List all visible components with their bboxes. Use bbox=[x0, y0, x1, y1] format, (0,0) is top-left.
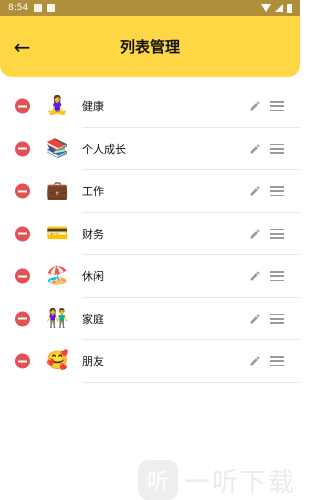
battery-icon bbox=[287, 3, 292, 13]
list-item-label: 朋友 bbox=[82, 355, 104, 369]
remove-icon[interactable] bbox=[15, 98, 30, 114]
list-item-label: 健康 bbox=[82, 100, 104, 114]
category-emoji-icon: 🏖️ bbox=[46, 265, 69, 287]
list-item: 🧘‍♀️ 健康 bbox=[0, 85, 300, 128]
edit-pencil-icon[interactable] bbox=[249, 355, 261, 367]
list-item: 👫 家庭 bbox=[0, 298, 300, 340]
category-emoji-icon: 🧘‍♀️ bbox=[46, 95, 69, 117]
edit-pencil-icon[interactable] bbox=[249, 313, 261, 325]
notification-icon bbox=[47, 4, 56, 12]
list-item: 📚 个人成长 bbox=[0, 128, 300, 170]
remove-icon[interactable] bbox=[15, 226, 30, 242]
divider bbox=[82, 381, 300, 383]
status-icons bbox=[261, 3, 292, 13]
app-bar: ← 列表管理 bbox=[0, 16, 300, 77]
category-emoji-icon: 🥰 bbox=[46, 350, 69, 372]
notification-icon bbox=[34, 4, 43, 12]
remove-icon[interactable] bbox=[15, 183, 30, 199]
list-item: 🥰 朋友 bbox=[0, 340, 300, 383]
page-title: 列表管理 bbox=[119, 38, 180, 56]
watermark-text: 一听下载 bbox=[183, 467, 296, 498]
category-list: 🧘‍♀️ 健康 📚 个人成长 💼 工作 💳 财务 🏖️ 休闲 bbox=[0, 85, 300, 383]
list-item-label: 财务 bbox=[82, 227, 104, 241]
remove-icon[interactable] bbox=[15, 141, 30, 157]
remove-icon[interactable] bbox=[15, 353, 30, 369]
category-emoji-icon: 👫 bbox=[46, 307, 69, 329]
list-item-label: 家庭 bbox=[82, 312, 104, 326]
list-item-label: 工作 bbox=[82, 185, 104, 199]
drag-handle-icon[interactable] bbox=[270, 356, 284, 367]
edit-pencil-icon[interactable] bbox=[249, 185, 261, 197]
list-item: 💼 工作 bbox=[0, 170, 300, 213]
remove-icon[interactable] bbox=[15, 268, 30, 284]
drag-handle-icon[interactable] bbox=[270, 143, 284, 154]
edit-pencil-icon[interactable] bbox=[249, 228, 261, 240]
drag-handle-icon[interactable] bbox=[270, 271, 284, 282]
back-arrow-icon[interactable]: ← bbox=[8, 33, 36, 61]
wifi-icon bbox=[261, 4, 271, 12]
list-item: 💳 财务 bbox=[0, 213, 300, 255]
list-item-label: 个人成长 bbox=[82, 142, 126, 156]
watermark-logo-icon: 听 bbox=[137, 460, 178, 500]
edit-pencil-icon[interactable] bbox=[249, 100, 261, 112]
drag-handle-icon[interactable] bbox=[270, 186, 284, 197]
status-bar: 8:54 bbox=[0, 0, 300, 16]
watermark: 听 一听下载 bbox=[137, 460, 300, 500]
list-item: 🏖️ 休闲 bbox=[0, 255, 300, 298]
list-item-label: 休闲 bbox=[82, 270, 104, 284]
category-emoji-icon: 💳 bbox=[46, 222, 69, 244]
drag-handle-icon[interactable] bbox=[270, 101, 284, 112]
drag-handle-icon[interactable] bbox=[270, 228, 284, 239]
signal-icon bbox=[275, 4, 283, 12]
category-emoji-icon: 📚 bbox=[46, 137, 69, 159]
status-time: 8:54 bbox=[8, 3, 29, 13]
remove-icon[interactable] bbox=[15, 311, 30, 327]
drag-handle-icon[interactable] bbox=[270, 313, 284, 324]
category-emoji-icon: 💼 bbox=[46, 180, 69, 202]
edit-pencil-icon[interactable] bbox=[249, 143, 261, 155]
edit-pencil-icon[interactable] bbox=[249, 270, 261, 282]
